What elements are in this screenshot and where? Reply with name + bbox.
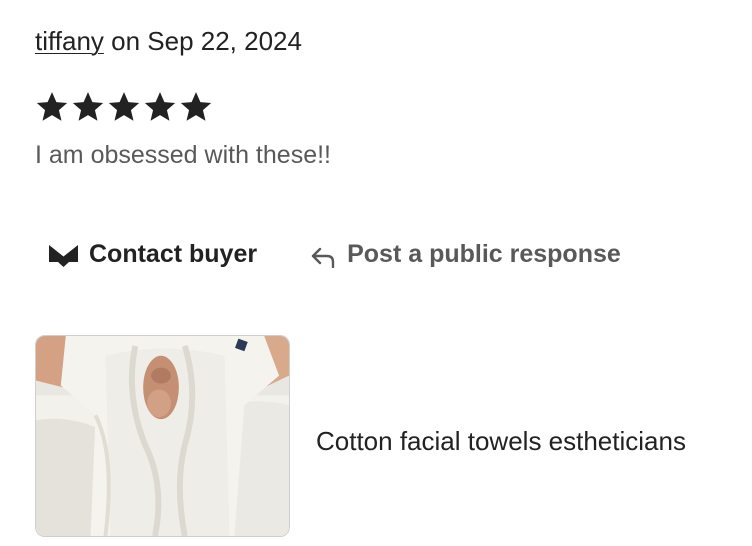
review-header: tiffany on Sep 22, 2024: [35, 24, 302, 58]
star-icon: [107, 90, 141, 124]
star-rating: [35, 90, 213, 124]
star-icon: [35, 90, 69, 124]
star-icon: [143, 90, 177, 124]
reply-arrow-icon: [309, 242, 337, 268]
product-title[interactable]: Cotton facial towels estheticians: [316, 424, 686, 458]
product-image[interactable]: [35, 335, 290, 537]
review-date: on Sep 22, 2024: [103, 26, 302, 56]
review-text: I am obsessed with these!!: [35, 141, 331, 169]
reviewer-name-link[interactable]: tiffany: [35, 26, 104, 56]
post-public-response-button[interactable]: Post a public response: [309, 240, 621, 269]
star-icon: [179, 90, 213, 124]
star-icon: [71, 90, 105, 124]
envelope-icon: [48, 241, 79, 268]
contact-buyer-label: Contact buyer: [89, 240, 258, 268]
review-actions: Contact buyer Post a public response: [48, 240, 621, 269]
contact-buyer-button[interactable]: Contact buyer: [48, 240, 257, 269]
towel-photo-illustration: [36, 336, 289, 536]
post-public-response-label: Post a public response: [347, 240, 621, 268]
